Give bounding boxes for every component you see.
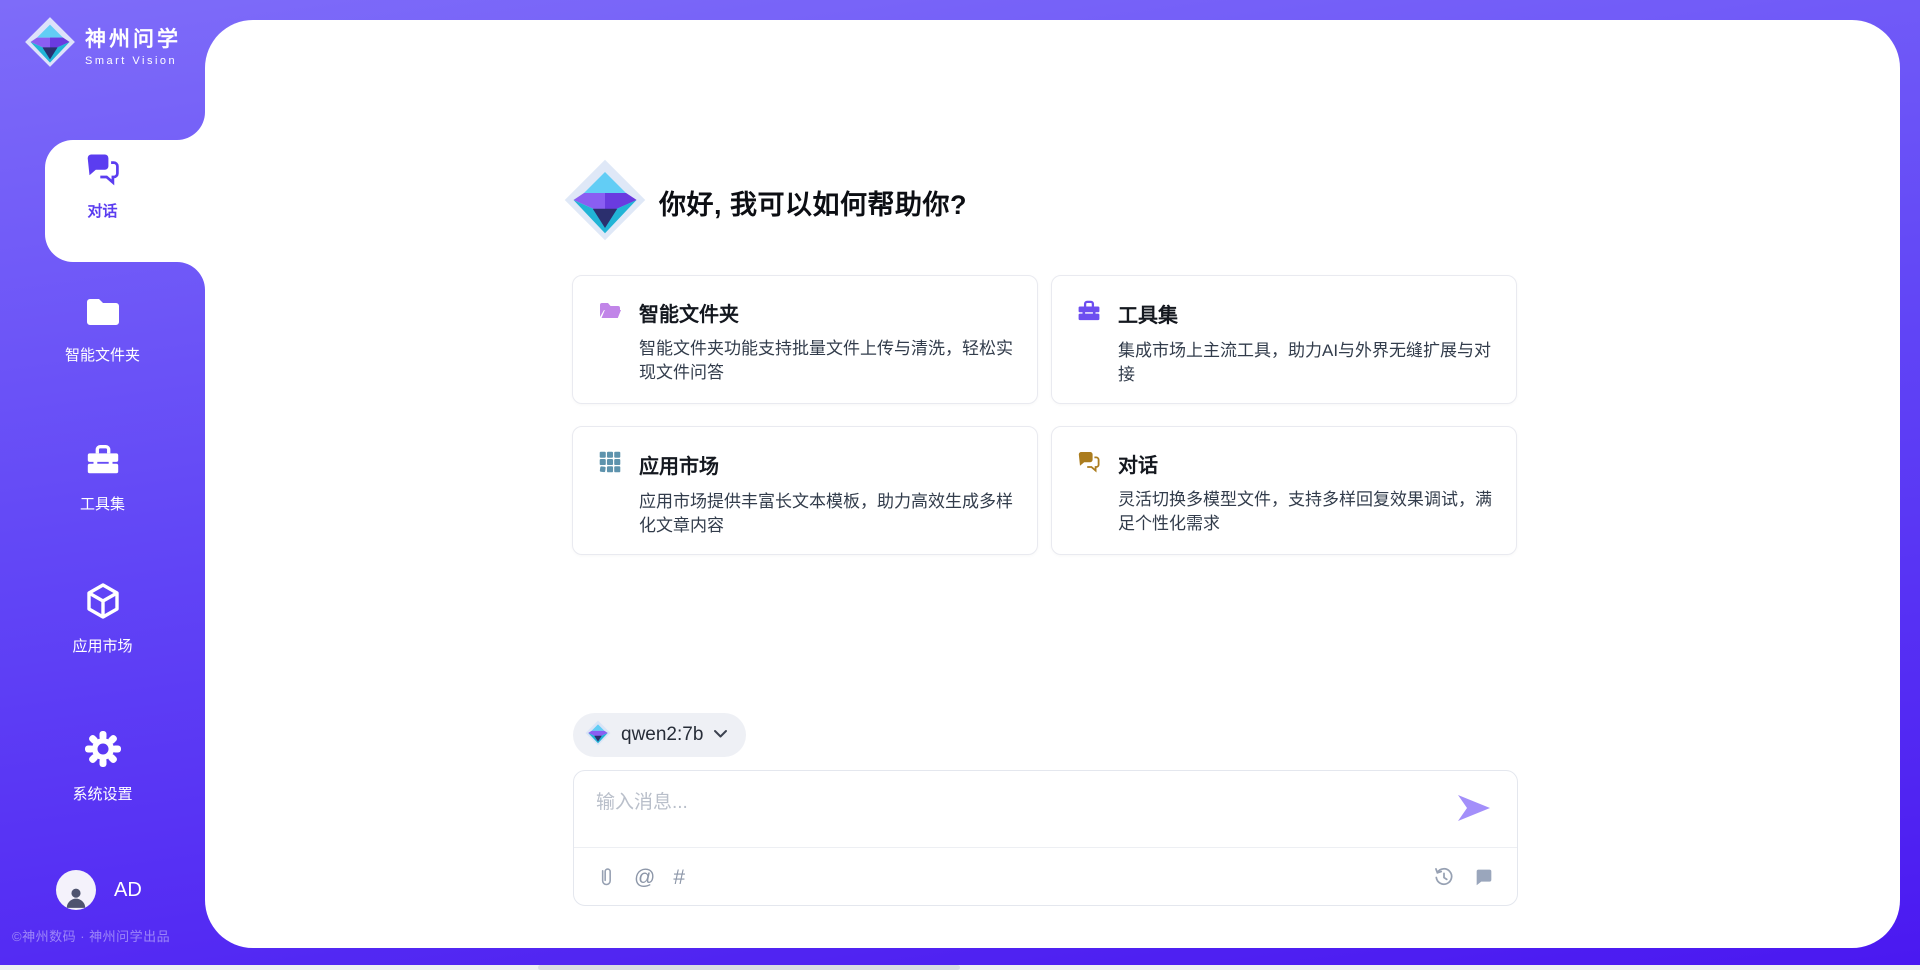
card-app-market[interactable]: 应用市场 应用市场提供丰富长文本模板，助力高效生成多样化文章内容 xyxy=(572,426,1038,555)
toolbox-icon xyxy=(83,441,123,484)
card-description: 灵活切换多模型文件，支持多样回复效果调试，满足个性化需求 xyxy=(1118,488,1492,536)
composer-divider xyxy=(574,847,1517,848)
attachment-icon[interactable] xyxy=(596,865,616,889)
model-name: qwen2:7b xyxy=(621,724,703,746)
card-smart-folder[interactable]: 智能文件夹 智能文件夹功能支持批量文件上传与清洗，轻松实现文件问答 xyxy=(572,275,1038,404)
greeting-title: 你好, 我可以如何帮助你? xyxy=(659,183,967,222)
sidebar: 神州问学 Smart Vision 对话 智能文件夹 xyxy=(0,0,205,970)
grid-icon xyxy=(597,449,623,480)
horizontal-scrollbar[interactable] xyxy=(0,965,1920,970)
scrollbar-thumb[interactable] xyxy=(538,965,960,970)
sidebar-item-smart-folder[interactable]: 智能文件夹 xyxy=(0,294,205,365)
send-button[interactable] xyxy=(1455,793,1493,825)
cube-icon xyxy=(83,581,123,626)
mention-icon[interactable]: @ xyxy=(634,867,655,888)
hashtag-icon[interactable]: # xyxy=(673,867,685,888)
sidebar-item-label: 智能文件夹 xyxy=(65,344,140,365)
chat-bubbles-icon xyxy=(1076,449,1102,478)
sidebar-item-app-market[interactable]: 应用市场 xyxy=(0,581,205,656)
app-root: 神州问学 Smart Vision 对话 智能文件夹 xyxy=(0,0,1920,970)
copyright-text: ©神州数码 · 神州问学出品 xyxy=(12,926,170,945)
brand-logo: 神州问学 Smart Vision xyxy=(24,16,181,73)
message-composer: @ # xyxy=(573,770,1518,906)
chat-bubbles-icon xyxy=(84,150,122,191)
feature-cards: 智能文件夹 智能文件夹功能支持批量文件上传与清洗，轻松实现文件问答 工具集 集成… xyxy=(572,275,1517,555)
chat-square-icon[interactable] xyxy=(1473,866,1495,888)
avatar xyxy=(56,870,96,910)
open-folder-icon xyxy=(597,298,623,327)
card-title: 工具集 xyxy=(1118,299,1178,328)
chevron-down-icon xyxy=(713,726,728,744)
card-title: 智能文件夹 xyxy=(639,298,739,327)
sidebar-item-chat[interactable]: 对话 xyxy=(0,150,205,221)
folder-icon xyxy=(83,294,123,335)
history-icon[interactable] xyxy=(1433,866,1455,888)
briefcase-icon xyxy=(1076,298,1102,329)
message-input[interactable] xyxy=(596,787,1436,839)
assistant-diamond-icon xyxy=(563,158,647,247)
user-account[interactable]: AD xyxy=(56,870,142,910)
card-title: 对话 xyxy=(1118,449,1158,478)
composer-toolbar: @ # xyxy=(596,859,1495,895)
card-chat[interactable]: 对话 灵活切换多模型文件，支持多样回复效果调试，满足个性化需求 xyxy=(1051,426,1517,555)
person-icon xyxy=(63,884,89,910)
brand-subtitle: Smart Vision xyxy=(85,55,181,67)
brand-diamond-icon xyxy=(24,16,76,73)
send-icon xyxy=(1456,793,1492,823)
card-title: 应用市场 xyxy=(639,450,719,479)
card-toolset[interactable]: 工具集 集成市场上主流工具，助力AI与外界无缝扩展与对接 xyxy=(1051,275,1517,404)
card-description: 应用市场提供丰富长文本模板，助力高效生成多样化文章内容 xyxy=(639,490,1013,538)
sidebar-item-label: 工具集 xyxy=(80,493,125,514)
sidebar-item-label: 应用市场 xyxy=(72,635,132,656)
card-description: 集成市场上主流工具，助力AI与外界无缝扩展与对接 xyxy=(1118,339,1492,387)
sidebar-item-label: 系统设置 xyxy=(72,783,132,804)
sidebar-item-toolset[interactable]: 工具集 xyxy=(0,441,205,514)
gear-icon xyxy=(83,729,123,774)
sidebar-item-settings[interactable]: 系统设置 xyxy=(0,729,205,804)
greeting: 你好, 我可以如何帮助你? xyxy=(563,158,967,247)
brand-name: 神州问学 xyxy=(85,23,181,53)
card-description: 智能文件夹功能支持批量文件上传与清洗，轻松实现文件问答 xyxy=(639,337,1013,385)
model-diamond-icon xyxy=(585,720,611,751)
user-initials: AD xyxy=(114,879,142,902)
sidebar-item-label: 对话 xyxy=(87,200,117,221)
model-selector[interactable]: qwen2:7b xyxy=(573,713,746,757)
